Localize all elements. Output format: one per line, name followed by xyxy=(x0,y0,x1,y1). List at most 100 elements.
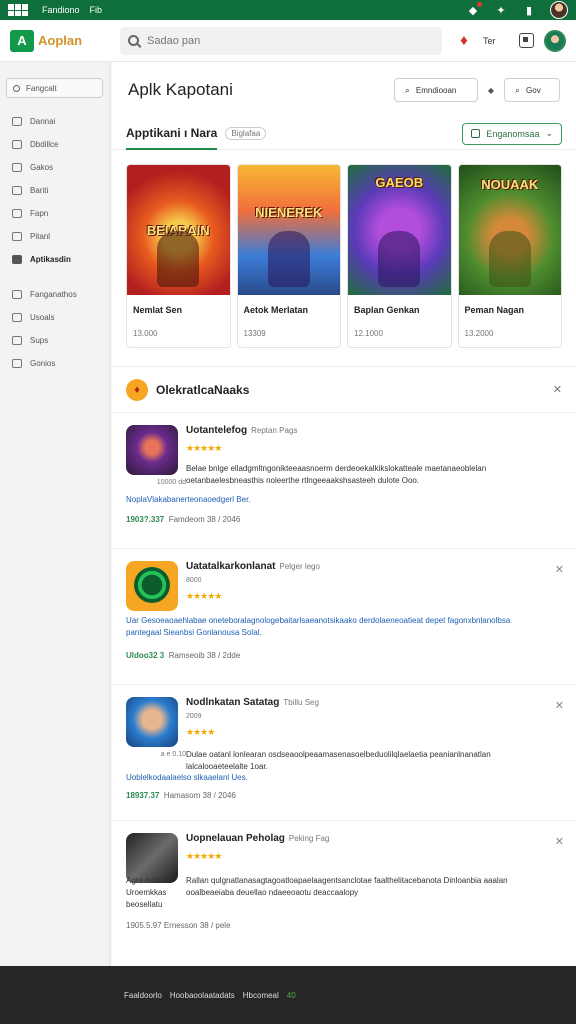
character-figure xyxy=(157,231,200,287)
sidebar-item-9[interactable]: Usoals xyxy=(6,306,103,329)
footer-item-3[interactable]: Hbcomeal xyxy=(243,991,279,1000)
app-title[interactable]: Uotantelefog Reptan Pags xyxy=(186,425,297,436)
app-title[interactable]: Uopnelauan Peholag Peking Fag xyxy=(186,833,329,844)
footer-item-1[interactable]: Faaldoorlo xyxy=(124,991,162,1000)
sidebar-item-11[interactable]: Gonios xyxy=(6,352,103,375)
list-item[interactable]: ✕ Uatatalkarkonlanat Pelger lego 8000 ★★★… xyxy=(112,548,576,684)
list-item[interactable]: ✕ Nodlnkatan Satatag Tbillu Seg 2009 ★★★★… xyxy=(112,684,576,820)
top-link-2[interactable]: Fib xyxy=(90,5,103,15)
search-bar[interactable] xyxy=(120,26,442,55)
sidebar-search[interactable]: Fangcalt xyxy=(6,78,103,98)
sidebar-item-3[interactable]: Gakos xyxy=(6,156,103,179)
list-item[interactable]: ✕ Uopnelauan Peholag Peking Fag ★★★★★ Agr… xyxy=(112,820,576,966)
close-icon[interactable]: ✕ xyxy=(555,699,564,712)
header-avatar[interactable] xyxy=(544,29,566,52)
sidebar-item-6[interactable]: Pitanl xyxy=(6,225,103,248)
app-title-text: Uatatalkarkonlanat xyxy=(186,561,276,572)
header-link[interactable]: Ter xyxy=(483,36,509,46)
category-select-label: Enganomsaa xyxy=(486,128,540,139)
window-icon[interactable] xyxy=(519,33,534,48)
main-content: Aplk Kapotani ⌕ Emndiooan ◆ ⌕ Gov Apptikan… xyxy=(112,62,576,966)
sidebar-item-label: Gonios xyxy=(30,359,56,368)
list-icon xyxy=(12,117,22,126)
sidebar-item-10[interactable]: Sups xyxy=(6,329,103,352)
game-count: 12.1000 xyxy=(354,329,383,338)
app-icon xyxy=(126,561,178,611)
game-card[interactable]: BEIARAIN Nemlat Sen 13.000 xyxy=(126,164,231,348)
meta-number: 18937.37 xyxy=(126,791,160,800)
sidebar-item-active[interactable]: Aptikasdin xyxy=(6,248,103,271)
twitter-icon[interactable]: ✦ xyxy=(494,3,508,17)
page-title: Aplk Kapotani xyxy=(128,80,233,99)
top-link-1[interactable]: Fandiono xyxy=(42,5,80,15)
game-art-title: NIENEREK xyxy=(255,205,323,220)
game-card[interactable]: GAEOB Baplan Genkan 12.1000 xyxy=(347,164,452,348)
sidebar-item-label: Pitanl xyxy=(30,232,51,241)
app-tag: Tbillu Seg xyxy=(283,698,319,707)
image-icon xyxy=(12,186,22,195)
sidebar-item-4[interactable]: Bariti xyxy=(6,179,103,202)
refresh-icon xyxy=(12,209,22,218)
app-link[interactable]: Uoblelkodaalaelso slkaaelanl Ues. xyxy=(126,773,248,782)
secondary-action-button[interactable]: ⌕ Gov xyxy=(504,78,560,102)
search-icon: ⌕ xyxy=(515,84,521,95)
app-meta: 18937.37 Hamasom 38 / 2046 xyxy=(126,791,236,800)
game-art: NIENEREK xyxy=(237,165,340,295)
category-select[interactable]: Enganomsaa ⌄ xyxy=(462,122,562,145)
tab-apps[interactable]: Apptikani ı Nara xyxy=(126,118,218,150)
footer-item-2[interactable]: Hoobaoolaatadats xyxy=(170,991,235,1000)
diamond-icon[interactable]: ◆ xyxy=(488,86,494,95)
game-card[interactable]: NOUAAK Peman Nagan 13.2000 xyxy=(457,164,562,348)
search-input[interactable] xyxy=(147,34,407,47)
app-tag: Pelger lego xyxy=(279,562,320,571)
apps-icon xyxy=(12,255,22,264)
close-icon[interactable]: ✕ xyxy=(555,835,564,848)
logo[interactable]: A Aoplan xyxy=(10,29,110,52)
game-count: 13309 xyxy=(243,329,266,338)
folder-icon xyxy=(12,313,22,322)
game-art-title: NOUAAK xyxy=(481,177,539,192)
footer: Faaldoorlo Hoobaoolaatadats Hbcomeal 40 xyxy=(0,966,576,1024)
meta-number: 1903?.337 xyxy=(126,515,165,524)
character-figure xyxy=(378,231,421,287)
app-icon xyxy=(126,697,178,747)
sidebar-item-label: Usoals xyxy=(30,313,55,322)
game-count: 13.2000 xyxy=(464,329,494,338)
document-icon xyxy=(12,140,22,149)
app-link[interactable]: NoplaVlakabanerteonaoedgerl Ber. xyxy=(126,495,251,504)
notification-icon[interactable]: ◆ xyxy=(466,2,482,17)
tab-pill[interactable]: Biglafaa xyxy=(225,127,267,140)
secondary-action-label: Gov xyxy=(526,85,541,95)
primary-action-button[interactable]: ⌕ Emndiooan xyxy=(393,78,478,102)
primary-action-label: Emndiooan xyxy=(415,85,457,95)
app-tag: Reptan Pags xyxy=(251,426,298,435)
close-icon[interactable]: ✕ xyxy=(555,563,564,576)
notification-dot xyxy=(477,2,482,7)
game-card[interactable]: NIENEREK Aetok Merlatan 13309 xyxy=(236,164,341,348)
apps-grid-icon[interactable] xyxy=(8,4,28,16)
game-name: Aetok Merlatan xyxy=(243,305,309,315)
character-figure xyxy=(488,231,531,287)
bookmark-icon[interactable]: ▮ xyxy=(522,3,536,17)
sidebar-item-1[interactable]: Dannai xyxy=(6,110,103,133)
app-title[interactable]: Uatatalkarkonlanat Pelger lego xyxy=(186,561,320,572)
gallery-icon xyxy=(12,163,22,172)
sidebar-item-label: Sups xyxy=(30,336,49,345)
app-title[interactable]: Nodlnkatan Satatag Tbillu Seg xyxy=(186,697,319,708)
bell-icon[interactable]: ♦ xyxy=(455,32,473,49)
app-title-text: Uotantelefog xyxy=(186,425,248,436)
game-art-title: GAEOB xyxy=(375,175,424,190)
sidebar-item-8[interactable]: Fanganathos xyxy=(6,283,103,306)
sidebar-item-label: Fanganathos xyxy=(30,290,77,299)
settings-icon xyxy=(12,232,22,241)
avatar[interactable] xyxy=(550,1,568,19)
sidebar-item-2[interactable]: Dbdillce xyxy=(6,133,103,156)
sidebar-item-5[interactable]: Fapn xyxy=(6,202,103,225)
app-description: Dulae oatanl lonlearan osdseaoolpeaamase… xyxy=(186,750,491,771)
gear-icon xyxy=(12,359,22,368)
meta-number: Uldoo32 3 xyxy=(126,651,165,660)
close-icon[interactable]: ✕ xyxy=(553,383,562,396)
meta-text: Ramseoib 38 / 2dde xyxy=(168,651,241,660)
filter-icon xyxy=(471,129,481,138)
list-item[interactable]: Uotantelefog Reptan Pags ★★★★★ 10000 dd B… xyxy=(112,412,576,548)
